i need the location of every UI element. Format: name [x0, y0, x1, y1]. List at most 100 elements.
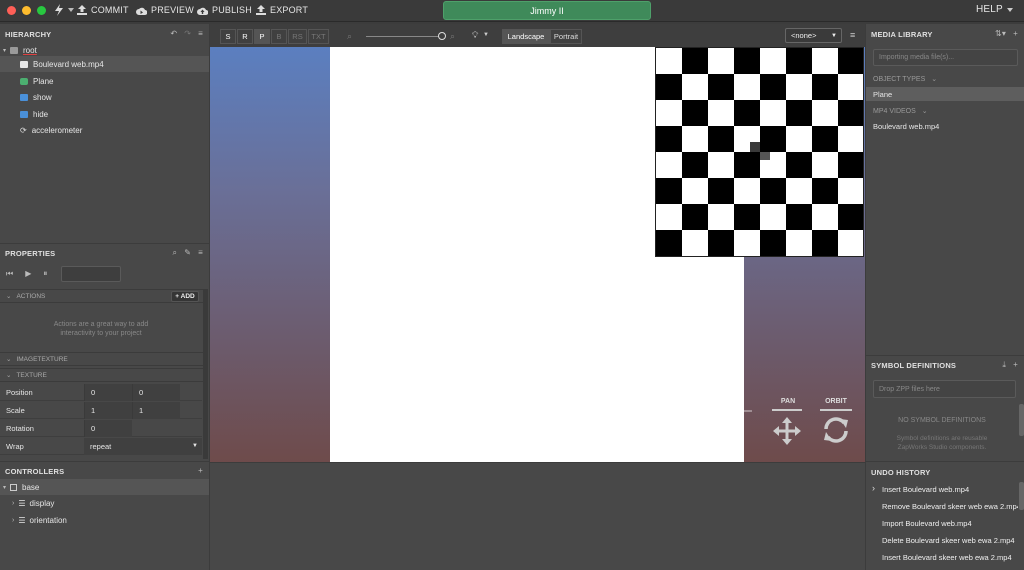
property-value[interactable]: 0: [84, 419, 132, 437]
scrollbar[interactable]: [1019, 404, 1024, 436]
mode-s-button[interactable]: S: [220, 29, 236, 44]
minimize-window-button[interactable]: [22, 6, 31, 15]
download-icon[interactable]: ⤓: [1002, 360, 1006, 370]
close-window-button[interactable]: [7, 6, 16, 15]
publish-button[interactable]: PUBLISH: [197, 5, 252, 15]
top-toolbar: COMMIT PREVIEW PUBLISH EXPORT Jimmy II H…: [0, 0, 1024, 22]
chevron-down-icon: ⌄: [6, 293, 12, 300]
controller-item-base[interactable]: ▾ base: [0, 479, 209, 495]
undo-item[interactable]: Delete Boulevard skeer web ewa 2.mp4: [866, 532, 1018, 549]
tree-item-plane[interactable]: Plane: [0, 73, 53, 89]
camera-select[interactable]: <none> ▼: [785, 28, 842, 43]
scrollbar[interactable]: [1019, 482, 1024, 510]
undo-item[interactable]: Remove Boulevard skeer web ewa 2.mp4: [866, 498, 1018, 515]
redo-icon[interactable]: ↷: [184, 29, 191, 38]
panel-title: HIERARCHY: [5, 29, 52, 39]
mode-rs-button[interactable]: RS: [288, 29, 307, 44]
imagetexture-section-header[interactable]: ⌄ IMAGETEXTURE: [0, 352, 208, 366]
property-row-wrap: Wrap repeat ▼: [0, 437, 202, 455]
export-icon: [256, 5, 266, 15]
rewind-icon[interactable]: ⏮: [6, 269, 13, 279]
add-icon[interactable]: +: [198, 466, 203, 475]
property-value-y[interactable]: 1: [132, 401, 180, 419]
panel-title: PROPERTIES: [5, 248, 56, 258]
zoom-out-icon[interactable]: ⌕: [347, 31, 352, 42]
search-icon[interactable]: ⌕: [173, 248, 178, 258]
add-icon[interactable]: +: [1013, 360, 1018, 370]
tree-item-accelerometer[interactable]: ⟳ accelerometer: [0, 122, 82, 138]
project-name-button[interactable]: Jimmy II: [443, 1, 651, 20]
zpp-drop-field[interactable]: Drop ZPP files here: [873, 380, 1016, 398]
tree-item-label: Plane: [33, 76, 54, 86]
timecode-input[interactable]: [61, 266, 121, 282]
mode-b-button[interactable]: B: [271, 29, 287, 44]
media-item-plane[interactable]: Plane: [866, 87, 1024, 101]
menu-icon[interactable]: ≡: [198, 29, 203, 38]
mp4-videos-section-header[interactable]: MP4 VIDEOS ⌄: [866, 104, 1024, 118]
sort-icon[interactable]: ⇅▾: [995, 29, 1006, 38]
chevron-down-icon[interactable]: ▾: [3, 47, 6, 54]
export-label: EXPORT: [270, 5, 309, 15]
property-value-y[interactable]: 0: [132, 383, 180, 401]
panel-title: SYMBOL DEFINITIONS: [871, 360, 957, 370]
portrait-button[interactable]: Portrait: [550, 29, 582, 44]
scrollbar[interactable]: [203, 289, 208, 459]
undo-icon[interactable]: ↶: [170, 29, 177, 38]
landscape-button[interactable]: Landscape: [502, 29, 550, 44]
export-button[interactable]: EXPORT: [256, 5, 308, 15]
pan-arrows-icon[interactable]: [772, 416, 802, 446]
chevron-down-icon[interactable]: ▾: [3, 484, 6, 491]
controller-item-display[interactable]: › ☰ display: [0, 495, 54, 511]
checker-artifact: [760, 152, 770, 160]
zoom-in-icon[interactable]: ⌕: [450, 31, 455, 42]
property-value-x[interactable]: 0: [84, 383, 132, 401]
undo-item[interactable]: Insert Boulevard web.mp4: [866, 481, 1018, 498]
lightbulb-icon[interactable]: 💡︎: [472, 30, 478, 41]
play-icon[interactable]: ▶: [25, 269, 31, 279]
section-label: TEXTURE: [16, 371, 47, 379]
pause-icon[interactable]: ⏸: [43, 269, 47, 279]
tree-item-show[interactable]: show: [0, 89, 52, 105]
panel-title: MEDIA LIBRARY: [871, 29, 933, 39]
help-menu[interactable]: HELP: [976, 4, 1013, 15]
tree-item-video[interactable]: Boulevard web.mp4: [0, 56, 209, 72]
pencil-icon[interactable]: ✎: [184, 248, 191, 258]
undo-item[interactable]: Insert Boulevard skeer web ewa 2.mp4: [866, 549, 1018, 566]
media-import-field[interactable]: Importing media file(s)...: [873, 49, 1018, 66]
state-icon: [20, 110, 28, 118]
zoom-slider-handle[interactable]: [438, 32, 446, 40]
undo-history-header: UNDO HISTORY: [866, 464, 1024, 480]
orbit-icon[interactable]: [822, 416, 850, 444]
panel-title: UNDO HISTORY: [871, 467, 931, 477]
add-icon[interactable]: +: [1013, 29, 1018, 38]
controller-item-orientation[interactable]: › ☰ orientation: [0, 512, 67, 528]
property-label: Position: [6, 387, 33, 397]
property-row-scale: Scale 1 1: [0, 401, 202, 419]
menu-icon[interactable]: ≡: [198, 248, 203, 258]
zoom-slider-track[interactable]: [366, 36, 442, 37]
chevron-right-icon[interactable]: ›: [12, 517, 14, 524]
property-row-rotation: Rotation 0: [0, 419, 202, 437]
property-value-x[interactable]: 1: [84, 401, 132, 419]
menu-icon[interactable]: ≡: [850, 30, 855, 40]
refresh-icon: ⟳: [20, 125, 27, 135]
mode-txt-button[interactable]: TXT: [308, 29, 329, 44]
app-menu-button[interactable]: [54, 4, 74, 16]
add-action-button[interactable]: + ADD: [171, 291, 199, 302]
mode-p-button[interactable]: P: [254, 29, 270, 44]
playback-controls: ⏮ ▶ ⏸: [6, 269, 47, 279]
preview-button[interactable]: PREVIEW: [136, 5, 194, 15]
chevron-down-icon[interactable]: ▼: [483, 32, 489, 38]
object-types-section-header[interactable]: OBJECT TYPES ⌄: [866, 72, 1024, 86]
commit-button[interactable]: COMMIT: [77, 5, 129, 15]
tree-item-hide[interactable]: hide: [0, 106, 48, 122]
undo-item[interactable]: Import Boulevard web.mp4: [866, 515, 1018, 532]
mode-r-button[interactable]: R: [237, 29, 253, 44]
controllers-header: CONTROLLERS +: [0, 463, 209, 479]
chevron-right-icon[interactable]: ›: [12, 500, 14, 507]
wrap-select[interactable]: repeat ▼: [84, 437, 202, 455]
chevron-down-icon: ⌄: [921, 108, 928, 115]
media-item-video[interactable]: Boulevard web.mp4: [866, 119, 1024, 133]
texture-section-header[interactable]: ⌄ TEXTURE: [0, 368, 208, 382]
maximize-window-button[interactable]: [37, 6, 46, 15]
